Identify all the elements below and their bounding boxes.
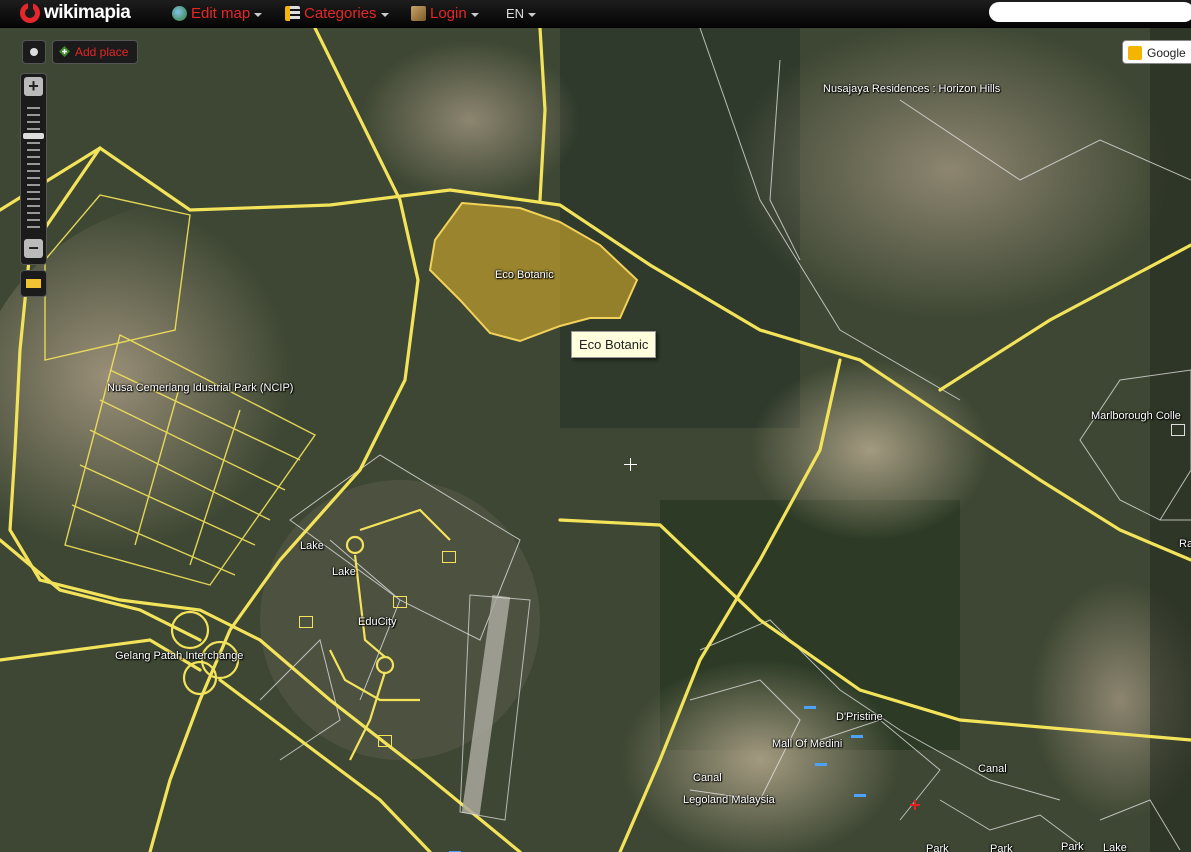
- map-label-lake[interactable]: Lake: [1103, 842, 1127, 852]
- categories-icon: [285, 5, 300, 21]
- shopping-cart-icon[interactable]: [804, 696, 816, 709]
- place-marker-icon[interactable]: [378, 735, 392, 747]
- add-place-label: Add place: [75, 45, 129, 59]
- add-place-icon: [59, 46, 70, 57]
- ruler-icon: [26, 279, 41, 288]
- login-icon: [411, 5, 426, 21]
- map-label-lake[interactable]: Lake: [300, 540, 324, 552]
- my-location-button[interactable]: [22, 40, 46, 64]
- zoom-slider-handle[interactable]: [23, 133, 44, 139]
- chevron-down-icon: [380, 12, 389, 17]
- login-label: Login: [430, 4, 467, 22]
- language-label: EN: [506, 5, 525, 21]
- map-label-ra[interactable]: Ra: [1179, 538, 1191, 550]
- edit-map-label: Edit map: [191, 4, 251, 22]
- login-menu[interactable]: Login: [411, 4, 479, 22]
- place-marker-icon[interactable]: [299, 616, 313, 628]
- place-marker-icon[interactable]: [442, 551, 456, 563]
- satellite-map: [0, 28, 1191, 852]
- wikimapia-logo[interactable]: wikimapia: [20, 1, 131, 25]
- place-marker-icon[interactable]: [1171, 424, 1185, 436]
- edit-map-menu[interactable]: Edit map: [172, 4, 263, 22]
- map-label-d-pristine[interactable]: D'Pristine: [836, 711, 883, 723]
- logo-text: wikimapia: [44, 2, 131, 23]
- map-label-canal[interactable]: Canal: [693, 772, 722, 784]
- chevron-down-icon: [470, 12, 479, 17]
- google-layer-button[interactable]: Google: [1122, 40, 1191, 64]
- map-label-ncip[interactable]: Nusa Cemerlang Idustrial Park (NCIP): [107, 382, 293, 394]
- top-bar: wikimapia Edit map Categories Login EN: [0, 0, 1191, 28]
- map-label-canal[interactable]: Canal: [978, 763, 1007, 775]
- place-tooltip: Eco Botanic: [571, 331, 657, 358]
- map-label-park[interactable]: Park: [926, 843, 949, 852]
- edit-map-icon: [172, 5, 187, 21]
- shopping-cart-icon[interactable]: [815, 753, 827, 766]
- map-label-educity[interactable]: EduCity: [358, 616, 397, 628]
- google-layer-label: Google: [1147, 46, 1186, 60]
- shopping-cart-icon[interactable]: [851, 725, 863, 738]
- categories-menu[interactable]: Categories: [285, 4, 389, 22]
- zoom-control: + −: [20, 73, 47, 265]
- wikimapia-logo-icon: [20, 2, 40, 23]
- zoom-in-button[interactable]: +: [24, 77, 43, 96]
- zoom-slider-track[interactable]: [27, 102, 40, 232]
- search-input[interactable]: [989, 2, 1191, 22]
- place-marker-icon[interactable]: [393, 596, 407, 608]
- map-label-mall-of-medini[interactable]: Mall Of Medini: [772, 738, 842, 750]
- map-label-park[interactable]: Park: [990, 843, 1013, 852]
- categories-label: Categories: [304, 4, 377, 22]
- map-label-legoland[interactable]: Legoland Malaysia: [683, 794, 775, 806]
- map-label-eco-botanic[interactable]: Eco Botanic: [495, 269, 554, 281]
- map-canvas[interactable]: Nusajaya Residences : Horizon Hills Eco …: [0, 28, 1191, 852]
- chevron-down-icon: [254, 12, 263, 17]
- add-place-button[interactable]: Add place: [52, 40, 139, 64]
- shopping-cart-icon[interactable]: [449, 841, 461, 852]
- map-label-gelang-patah[interactable]: Gelang Patah Interchange: [115, 650, 243, 662]
- map-label-lake[interactable]: Lake: [332, 566, 356, 578]
- zoom-out-button[interactable]: −: [24, 239, 43, 258]
- language-menu[interactable]: EN: [506, 4, 537, 22]
- google-maps-icon: [1128, 46, 1142, 60]
- map-label-marlborough[interactable]: Marlborough Colle: [1091, 410, 1181, 422]
- crosshair-cursor-icon: [624, 458, 637, 471]
- map-label-nusajaya[interactable]: Nusajaya Residences : Horizon Hills: [823, 83, 1000, 95]
- ruler-button[interactable]: [20, 270, 47, 297]
- chevron-down-icon: [528, 12, 537, 17]
- shopping-cart-icon[interactable]: [854, 784, 866, 797]
- map-label-park[interactable]: Park: [1061, 841, 1084, 852]
